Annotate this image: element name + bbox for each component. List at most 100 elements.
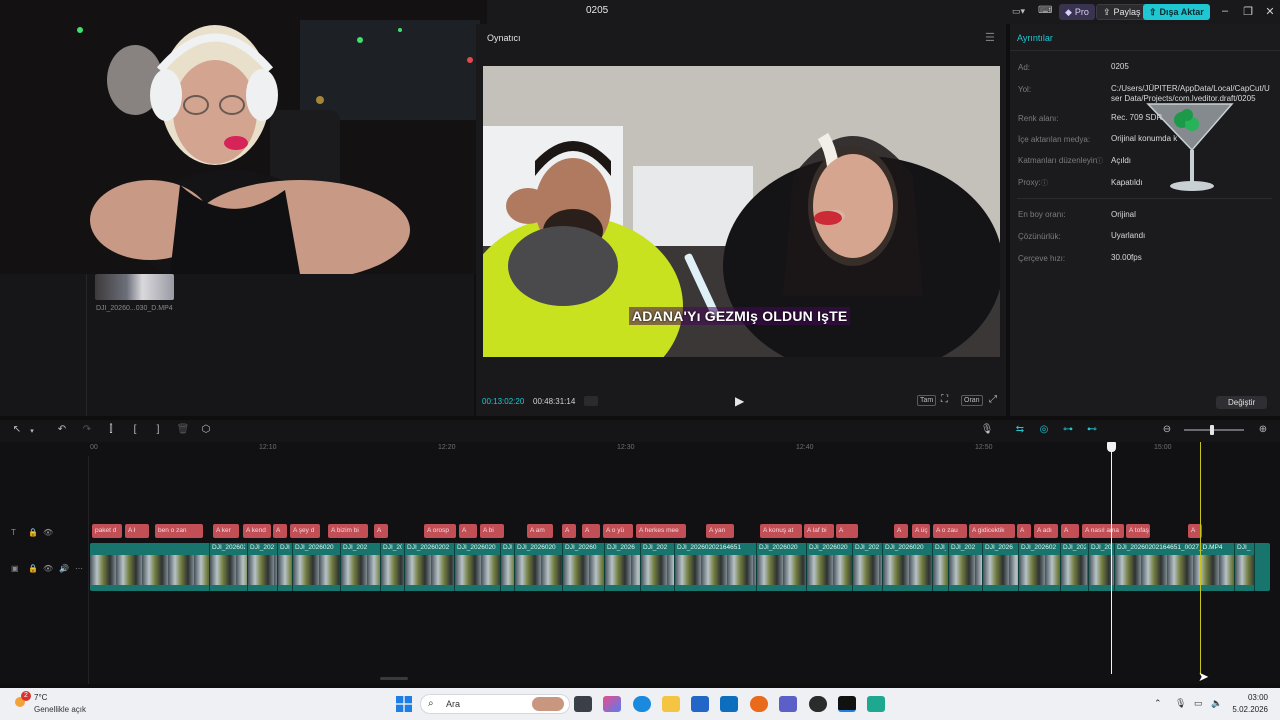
info-icon[interactable]: ⓘ: [1096, 156, 1103, 166]
taskbar-clock-date[interactable]: 5.02.2026: [1232, 705, 1268, 714]
text-clip[interactable]: A gidicektik: [969, 524, 1015, 538]
capcut-taskbar-icon[interactable]: [838, 696, 856, 712]
fullscreen-mode-button[interactable]: Tam: [917, 395, 937, 406]
crop-icon[interactable]: ⛶: [941, 394, 948, 405]
change-button[interactable]: Değiştir: [1216, 396, 1268, 409]
text-clip[interactable]: A: [894, 524, 908, 538]
delete-icon[interactable]: 🗑: [176, 424, 190, 435]
video-clip[interactable]: DJI_20260202: [405, 543, 455, 591]
text-clip[interactable]: A herkes mee: [636, 524, 686, 538]
details-title[interactable]: Ayrıntılar: [1017, 33, 1053, 43]
video-clip[interactable]: DJI_202: [248, 543, 278, 591]
video-clip[interactable]: DJI_202: [949, 543, 983, 591]
chevron-down-icon[interactable]: ▾: [25, 427, 39, 435]
copilot-icon[interactable]: [603, 696, 621, 712]
text-clip[interactable]: A ł: [125, 524, 149, 538]
video-clip[interactable]: DJI_2026: [983, 543, 1019, 591]
text-clip[interactable]: A bizim bi: [328, 524, 368, 538]
text-clip[interactable]: A laf bi: [804, 524, 834, 538]
text-clip[interactable]: A konuş at: [760, 524, 802, 538]
redo-icon[interactable]: ↷: [80, 424, 94, 435]
eye-icon[interactable]: 👁: [43, 528, 53, 537]
video-clip[interactable]: DJI_20: [381, 543, 405, 591]
timeline-ruler[interactable]: [0, 442, 1280, 456]
windows-start-icon[interactable]: [396, 696, 412, 712]
text-clip[interactable]: A: [374, 524, 388, 538]
ratio-button[interactable]: Oran: [961, 395, 983, 406]
text-clip[interactable]: A bi: [480, 524, 504, 538]
export-button[interactable]: ⇧ Dışa Aktar: [1143, 4, 1210, 20]
media-thumbnail[interactable]: [95, 274, 174, 300]
zoom-slider[interactable]: [1184, 429, 1244, 431]
auto-snap-icon[interactable]: ◎: [1037, 424, 1051, 435]
video-clip[interactable]: DJI_202: [853, 543, 883, 591]
layout-icon[interactable]: ▭▾: [1012, 6, 1025, 17]
video-clip[interactable]: DJI_202: [641, 543, 675, 591]
link-icon[interactable]: ⊶: [1061, 424, 1075, 435]
text-clip[interactable]: A am: [527, 524, 553, 538]
text-clip[interactable]: A: [562, 524, 576, 538]
play-icon[interactable]: ▶: [735, 394, 744, 408]
video-clip[interactable]: DJI_2026: [605, 543, 641, 591]
maximize-button[interactable]: ❐: [1240, 5, 1256, 18]
video-clip[interactable]: DJI_202602: [1019, 543, 1061, 591]
video-clip[interactable]: [90, 543, 210, 591]
horizontal-scrollbar[interactable]: [380, 677, 408, 680]
video-clip[interactable]: DJI_2026020: [293, 543, 341, 591]
text-clip[interactable]: A şey d: [290, 524, 320, 538]
pro-button[interactable]: ◆ Pro: [1059, 4, 1095, 20]
text-clip[interactable]: A: [582, 524, 600, 538]
text-clip[interactable]: A o yü: [603, 524, 633, 538]
weather-description[interactable]: Genellikle açık: [34, 705, 86, 714]
tray-chevron-up-icon[interactable]: ⌃: [1154, 698, 1162, 709]
video-clip[interactable]: DJI_2026020: [455, 543, 501, 591]
firefox-icon[interactable]: [750, 696, 768, 712]
video-clip[interactable]: DJI_202: [341, 543, 381, 591]
video-clip[interactable]: DJI_: [278, 543, 293, 591]
text-clip[interactable]: paket d: [92, 524, 122, 538]
video-clip[interactable]: DJI_2026020: [757, 543, 807, 591]
teams-icon[interactable]: [779, 696, 797, 712]
text-clip[interactable]: A: [1017, 524, 1031, 538]
lock-icon[interactable]: 🔒: [28, 564, 38, 573]
eye-icon[interactable]: 👁: [43, 564, 53, 573]
zoom-out-icon[interactable]: ⊖: [1160, 424, 1174, 435]
minimize-button[interactable]: –: [1217, 5, 1233, 17]
speaker-icon[interactable]: 🔊: [59, 564, 69, 573]
video-clip[interactable]: DJI_2026020: [515, 543, 563, 591]
video-clip[interactable]: DJI_2026020: [883, 543, 933, 591]
obs-icon[interactable]: [809, 696, 827, 712]
select-tool-icon[interactable]: ↖: [10, 424, 24, 435]
lock-icon[interactable]: 🔒: [28, 528, 38, 537]
text-clip[interactable]: A orosp: [424, 524, 456, 538]
text-clip[interactable]: A: [836, 524, 858, 538]
outlook-icon[interactable]: [720, 696, 738, 712]
video-track[interactable]: DJI_20260202 DJI_202 DJI_ DJI_2026020 DJI_20…: [90, 543, 1270, 591]
text-clip[interactable]: A kend: [243, 524, 271, 538]
video-clip[interactable]: DJI_: [501, 543, 515, 591]
text-clip[interactable]: A ker: [213, 524, 239, 538]
undo-icon[interactable]: ↶: [55, 424, 69, 435]
text-clip[interactable]: A yan: [706, 524, 734, 538]
video-clip[interactable]: DJI_20260202164651_0027_D.MP4: [1115, 543, 1235, 591]
expand-icon[interactable]: ⤢: [989, 394, 997, 405]
text-clip[interactable]: A tofaş: [1126, 524, 1150, 538]
playhead-handle[interactable]: [1107, 442, 1116, 452]
text-clip[interactable]: A o zau: [933, 524, 967, 538]
text-clip[interactable]: A: [1061, 524, 1079, 538]
split-right-icon[interactable]: ]: [151, 424, 165, 435]
timecode-toggle-icon[interactable]: [584, 396, 598, 406]
taskbar-clock-time[interactable]: 03:00: [1236, 693, 1268, 702]
notes-icon[interactable]: [867, 696, 885, 712]
split-icon[interactable]: ⫿: [104, 424, 118, 435]
text-clip[interactable]: A adı: [1034, 524, 1058, 538]
file-explorer-icon[interactable]: [662, 696, 680, 712]
main-track-magnet-icon[interactable]: ⇆: [1013, 424, 1027, 435]
weather-temperature[interactable]: 7°C: [34, 693, 47, 702]
playhead[interactable]: [1111, 442, 1112, 674]
video-clip[interactable]: DJI_20260202164651: [675, 543, 757, 591]
text-track[interactable]: paket dA ł ben o zan A ker A kend A A şey dA…: [90, 524, 1270, 538]
task-view-icon[interactable]: [574, 696, 592, 712]
preview-axis-icon[interactable]: ⊷: [1085, 424, 1099, 435]
menu-icon[interactable]: ☰: [985, 31, 995, 44]
